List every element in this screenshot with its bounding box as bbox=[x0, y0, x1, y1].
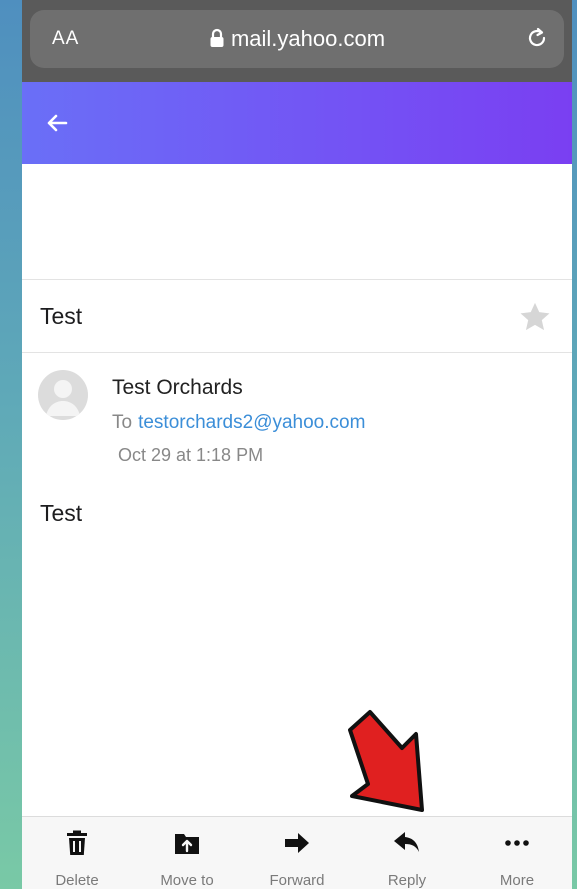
reply-button[interactable]: Reply bbox=[352, 817, 462, 889]
mail-header bbox=[22, 82, 572, 164]
forward-arrow-icon bbox=[285, 833, 309, 853]
email-date: Oct 29 at 1:18 PM bbox=[118, 445, 264, 465]
sender-name: Test Orchards bbox=[112, 376, 243, 399]
url-text: mail.yahoo.com bbox=[230, 26, 386, 51]
email-subject: Test bbox=[40, 303, 83, 329]
ad-space bbox=[22, 164, 572, 280]
move-to-button[interactable]: Move to bbox=[132, 817, 242, 889]
email-body: Test bbox=[40, 500, 83, 526]
url-display[interactable]: mail.yahoo.com bbox=[30, 26, 564, 52]
back-arrow-icon[interactable] bbox=[42, 108, 72, 138]
recipient-address[interactable]: testorchards2@yahoo.com bbox=[138, 412, 365, 433]
more-button[interactable]: More bbox=[462, 817, 572, 889]
more-dots-icon bbox=[505, 840, 529, 846]
avatar bbox=[38, 370, 88, 420]
bottom-toolbar: Delete Move to Forward Reply More bbox=[22, 816, 572, 889]
trash-icon bbox=[67, 830, 87, 855]
recipient-line: To testorchards2@yahoo.com bbox=[112, 412, 365, 434]
forward-button[interactable]: Forward bbox=[242, 817, 352, 889]
phone-screen: AA mail.yahoo.com Test Test Orchards To … bbox=[22, 0, 572, 889]
reply-arrow-icon bbox=[394, 832, 419, 852]
to-label: To bbox=[112, 412, 133, 433]
reload-icon[interactable] bbox=[524, 25, 550, 51]
star-icon[interactable] bbox=[518, 300, 552, 334]
subject-row: Test bbox=[22, 281, 572, 353]
url-field[interactable]: AA mail.yahoo.com bbox=[30, 10, 564, 68]
folder-move-icon bbox=[175, 834, 199, 854]
person-icon bbox=[46, 380, 80, 416]
annotation-arrow-icon bbox=[348, 710, 424, 812]
safari-address-bar: AA mail.yahoo.com bbox=[22, 0, 572, 82]
lock-icon bbox=[210, 28, 224, 47]
delete-button[interactable]: Delete bbox=[22, 817, 132, 889]
sender-block: Test Orchards To testorchards2@yahoo.com … bbox=[22, 354, 572, 484]
